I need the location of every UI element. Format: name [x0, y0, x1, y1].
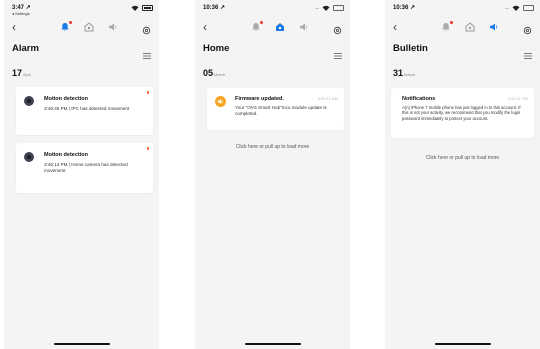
back-chevron-icon[interactable]: ‹ [12, 20, 16, 34]
top-nav: ‹ [391, 20, 534, 36]
date-month: March [214, 72, 226, 77]
filter-list-icon[interactable] [334, 46, 342, 64]
battery-icon [333, 5, 344, 11]
bulletin-screen: 10:36 ↗ .... ‹ Bulletin 31March Notifica… [385, 0, 540, 349]
screen-header: Bulletin [393, 43, 532, 59]
message-tabs [441, 21, 499, 32]
back-chevron-icon[interactable]: ‹ [203, 20, 207, 34]
tab-alarm-bell-icon[interactable] [441, 21, 453, 32]
speaker-icon [215, 96, 226, 107]
alarm-message-card[interactable]: Motion detection 3:46:45 PM | IPC has de… [16, 87, 153, 135]
unread-dot [146, 147, 149, 150]
top-nav: ‹ [201, 20, 344, 36]
status-bar: 10:36 ↗ .... [393, 4, 534, 16]
load-more-link[interactable]: Click here or pull up to load more [385, 155, 540, 161]
page-title: Bulletin [393, 43, 428, 54]
home-messages-screen: 10:36 ↗ .... ‹ Home 05March Firmware upd… [195, 0, 350, 349]
wifi-icon [512, 5, 520, 11]
home-indicator[interactable] [53, 343, 110, 345]
date-group-header: 31March [393, 68, 415, 78]
home-indicator[interactable] [244, 343, 301, 345]
date-month: March [404, 72, 416, 77]
unread-badge-dot [260, 21, 263, 24]
filter-list-icon[interactable] [524, 46, 532, 64]
wifi-icon [322, 5, 330, 11]
message-title: Motion detection [44, 96, 88, 102]
date-day: 31 [393, 68, 404, 78]
camera-thumbnail [24, 152, 34, 162]
signal-dots-icon: .... [504, 5, 509, 11]
tab-home-icon[interactable] [275, 22, 285, 32]
tab-bulletin-speaker-icon[interactable] [489, 22, 499, 32]
tab-alarm-bell-icon[interactable] [251, 21, 263, 32]
bulletin-message-card[interactable]: Notifications 3:42:51 PM A(n) iPhone 7 m… [391, 88, 534, 138]
signal-dots-icon: .... [314, 5, 319, 11]
message-body: 3:46:13 PM | Home camera has detected mo… [44, 162, 128, 173]
settings-gear-icon[interactable] [333, 22, 342, 40]
back-chevron-icon[interactable]: ‹ [393, 20, 397, 34]
home-indicator[interactable] [434, 343, 491, 345]
message-body: Your "OVS Smart Hub"mcu module update is… [235, 105, 327, 116]
tab-alarm-bell-icon[interactable] [60, 21, 72, 32]
wifi-icon [131, 5, 139, 11]
status-bar: 10:36 ↗ .... [203, 4, 344, 16]
screen-header: Alarm [12, 43, 151, 59]
tab-bulletin-speaker-icon[interactable] [108, 22, 118, 32]
message-title: Notifications [402, 96, 436, 102]
date-group-header: 05March [203, 68, 225, 78]
unread-badge-dot [69, 21, 72, 24]
tab-bulletin-speaker-icon[interactable] [299, 22, 309, 32]
message-tabs [60, 21, 118, 32]
message-title: Motion detection [44, 152, 88, 158]
status-bar: 3:47 ↗ ◂ Settings [12, 4, 153, 16]
message-body: A(n) iPhone 7 mobile phone has just logg… [402, 105, 521, 121]
message-body: 3:46:45 PM | IPC has detected movement [44, 106, 130, 111]
tab-home-icon[interactable] [84, 22, 94, 32]
unread-badge-dot [450, 21, 453, 24]
date-group-header: 17April [12, 68, 31, 78]
message-title: Firmware updated. [235, 96, 284, 102]
tab-home-icon[interactable] [465, 22, 475, 32]
home-message-card[interactable]: Firmware updated. 8:59:12 AM Your "OVS S… [207, 88, 344, 130]
message-time: 8:59:12 AM [317, 96, 338, 101]
top-nav: ‹ [10, 20, 153, 36]
screen-header: Home [203, 43, 342, 59]
unread-dot [146, 91, 149, 94]
alarm-screen: 3:47 ↗ ◂ Settings ‹ Alarm 17April Motion… [4, 0, 159, 349]
back-to-settings-link[interactable]: ◂ Settings [12, 11, 30, 16]
battery-icon [142, 5, 153, 11]
settings-gear-icon[interactable] [142, 22, 151, 40]
date-day: 05 [203, 68, 214, 78]
camera-thumbnail [24, 96, 34, 106]
page-title: Home [203, 43, 230, 54]
battery-icon [523, 5, 534, 11]
filter-list-icon[interactable] [143, 46, 151, 64]
page-title: Alarm [12, 43, 39, 54]
settings-gear-icon[interactable] [523, 22, 532, 40]
date-day: 17 [12, 68, 23, 78]
load-more-link[interactable]: Click here or pull up to load more [195, 144, 350, 150]
message-tabs [251, 21, 309, 32]
alarm-message-card[interactable]: Motion detection 3:46:13 PM | Home camer… [16, 143, 153, 193]
message-time: 3:42:51 PM [507, 96, 528, 101]
date-month: April [23, 72, 32, 77]
